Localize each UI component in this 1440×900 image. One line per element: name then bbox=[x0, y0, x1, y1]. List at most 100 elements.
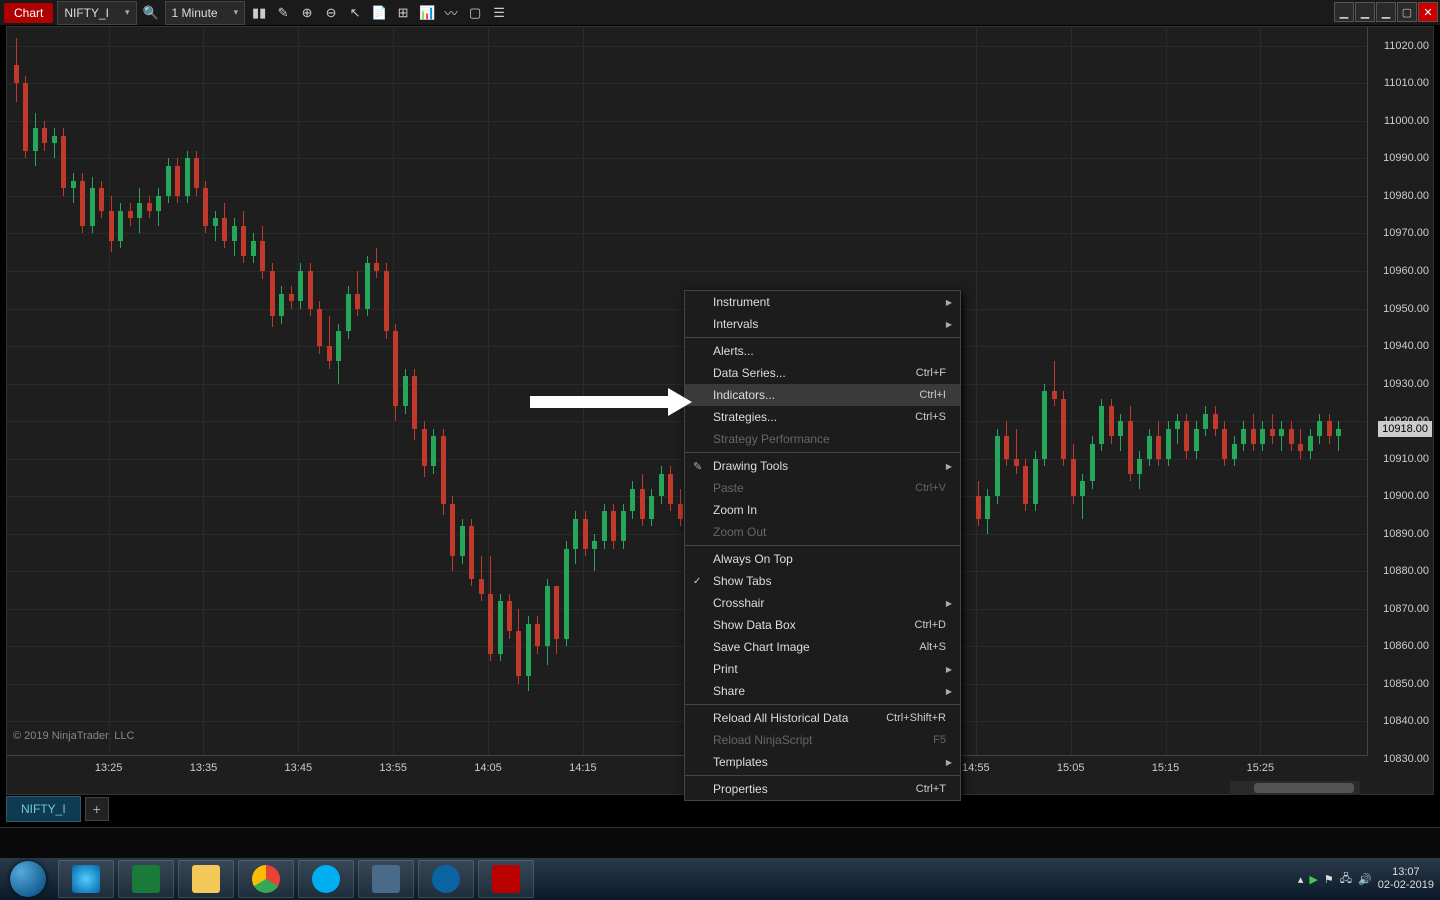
taskbar-chrome[interactable] bbox=[238, 860, 294, 898]
tab-add-button[interactable]: + bbox=[85, 797, 109, 821]
spacer-btn[interactable]: ▁ bbox=[1355, 2, 1375, 22]
interval-value: 1 Minute bbox=[172, 6, 218, 20]
menu-shortcut: Ctrl+D bbox=[915, 619, 946, 631]
draw-icon[interactable]: ✎ bbox=[273, 3, 293, 23]
taskbar-explorer[interactable] bbox=[178, 860, 234, 898]
tray-flag-icon[interactable]: ⚑ bbox=[1324, 873, 1334, 886]
menu-strategies[interactable]: Strategies...Ctrl+S bbox=[685, 406, 960, 428]
minimize-window-btn-inner[interactable]: ▁ bbox=[1334, 2, 1354, 22]
y-tick: 10960.00 bbox=[1383, 265, 1429, 277]
tray-sound-icon[interactable]: 🔊 bbox=[1358, 873, 1372, 886]
menu-show-tabs[interactable]: ✓Show Tabs bbox=[685, 570, 960, 592]
pointer-arrow bbox=[530, 396, 670, 408]
menu-properties[interactable]: PropertiesCtrl+T bbox=[685, 778, 960, 800]
close-btn[interactable]: ✕ bbox=[1418, 2, 1438, 22]
menu-data-series[interactable]: Data Series...Ctrl+F bbox=[685, 362, 960, 384]
menu-instrument[interactable]: Instrument bbox=[685, 291, 960, 313]
y-tick: 10880.00 bbox=[1383, 565, 1429, 577]
menu-share[interactable]: Share bbox=[685, 680, 960, 702]
menu-drawing-tools[interactable]: ✎Drawing Tools bbox=[685, 455, 960, 477]
taskbar-excel[interactable] bbox=[118, 860, 174, 898]
start-button[interactable] bbox=[0, 858, 56, 900]
menu-crosshair[interactable]: Crosshair bbox=[685, 592, 960, 614]
cursor-icon[interactable]: ↖ bbox=[345, 3, 365, 23]
menu-reload-all-historical-data[interactable]: Reload All Historical DataCtrl+Shift+R bbox=[685, 707, 960, 729]
x-tick: 14:05 bbox=[474, 762, 502, 774]
candlestick-icon[interactable]: ▮▮ bbox=[249, 3, 269, 23]
y-tick: 11000.00 bbox=[1384, 115, 1429, 127]
ie-icon bbox=[72, 865, 100, 893]
y-axis[interactable]: 11020.0011010.0011000.0010990.0010980.00… bbox=[1367, 27, 1433, 756]
folder-icon bbox=[192, 865, 220, 893]
menu-templates[interactable]: Templates bbox=[685, 751, 960, 773]
y-tick: 10850.00 bbox=[1383, 678, 1429, 690]
minimize-btn[interactable]: ▁ bbox=[1376, 2, 1396, 22]
tray-play-icon[interactable]: ▶ bbox=[1309, 873, 1317, 886]
current-price-label: 10918.00 bbox=[1378, 421, 1432, 437]
y-tick: 10940.00 bbox=[1383, 340, 1429, 352]
chart-trader-icon[interactable]: ⊞ bbox=[393, 3, 413, 23]
chrome-icon bbox=[252, 865, 280, 893]
interval-selector[interactable]: 1 Minute▾ bbox=[165, 1, 246, 25]
x-tick: 15:25 bbox=[1247, 762, 1275, 774]
scrollbar-thumb[interactable] bbox=[1254, 783, 1354, 793]
tab-active[interactable]: NIFTY_I bbox=[6, 796, 81, 822]
y-tick: 10890.00 bbox=[1383, 528, 1429, 540]
menu-paste: PasteCtrl+V bbox=[685, 477, 960, 499]
menu-zoom-out: Zoom Out bbox=[685, 521, 960, 543]
taskbar-teamviewer[interactable] bbox=[418, 860, 474, 898]
menu-print[interactable]: Print bbox=[685, 658, 960, 680]
data-series-icon[interactable]: 📄 bbox=[369, 3, 389, 23]
menu-label: Always On Top bbox=[713, 552, 793, 566]
zoom-out-icon[interactable]: ⊖ bbox=[321, 3, 341, 23]
data-box-icon[interactable]: ▢ bbox=[465, 3, 485, 23]
menu-label: Drawing Tools bbox=[713, 459, 788, 473]
x-tick: 13:35 bbox=[190, 762, 218, 774]
y-tick: 10840.00 bbox=[1383, 715, 1429, 727]
properties-icon[interactable]: ☰ bbox=[489, 3, 509, 23]
bottom-spacer bbox=[0, 827, 1440, 858]
y-tick: 10870.00 bbox=[1383, 603, 1429, 615]
taskbar-ninjatrader[interactable] bbox=[478, 860, 534, 898]
maximize-btn[interactable]: ▢ bbox=[1397, 2, 1417, 22]
copyright-text: © 2019 NinjaTrader, LLC bbox=[13, 730, 134, 742]
tray-up-icon[interactable]: ▴ bbox=[1298, 873, 1304, 886]
menu-label: Alerts... bbox=[713, 344, 754, 358]
x-tick: 13:55 bbox=[379, 762, 407, 774]
menu-label: Instrument bbox=[713, 295, 770, 309]
taskbar-ie[interactable] bbox=[58, 860, 114, 898]
y-tick: 11010.00 bbox=[1384, 77, 1429, 89]
tray-clock[interactable]: 13:07 02-02-2019 bbox=[1378, 866, 1434, 892]
menu-save-chart-image[interactable]: Save Chart ImageAlt+S bbox=[685, 636, 960, 658]
horizontal-scrollbar[interactable] bbox=[1230, 781, 1360, 795]
menu-intervals[interactable]: Intervals bbox=[685, 313, 960, 335]
menu-strategy-performance: Strategy Performance bbox=[685, 428, 960, 450]
instrument-selector[interactable]: NIFTY_I▾ bbox=[57, 1, 136, 25]
windows-taskbar: ▴ ▶ ⚑ 🖧 🔊 13:07 02-02-2019 bbox=[0, 858, 1440, 900]
menu-alerts[interactable]: Alerts... bbox=[685, 340, 960, 362]
y-tick: 10910.00 bbox=[1383, 453, 1429, 465]
y-tick: 10990.00 bbox=[1383, 152, 1429, 164]
chart-tabs: NIFTY_I + bbox=[6, 795, 109, 823]
menu-zoom-in[interactable]: Zoom In bbox=[685, 499, 960, 521]
search-icon[interactable]: 🔍 bbox=[141, 3, 161, 23]
chevron-down-icon: ▾ bbox=[125, 7, 130, 18]
menu-shortcut: F5 bbox=[933, 734, 946, 746]
menu-always-on-top[interactable]: Always On Top bbox=[685, 548, 960, 570]
menu-label: Paste bbox=[713, 481, 744, 495]
x-tick: 14:15 bbox=[569, 762, 597, 774]
taskbar-app1[interactable] bbox=[358, 860, 414, 898]
system-tray: ▴ ▶ ⚑ 🖧 🔊 13:07 02-02-2019 bbox=[1292, 858, 1440, 900]
zoom-in-icon[interactable]: ⊕ bbox=[297, 3, 317, 23]
tray-network-icon[interactable]: 🖧 bbox=[1340, 870, 1352, 889]
menu-label: Reload NinjaScript bbox=[713, 733, 812, 747]
taskbar-skype[interactable] bbox=[298, 860, 354, 898]
menu-label: Crosshair bbox=[713, 596, 764, 610]
x-tick: 14:55 bbox=[962, 762, 990, 774]
y-tick: 10930.00 bbox=[1383, 378, 1429, 390]
indicators-icon[interactable]: 📊 bbox=[417, 3, 437, 23]
menu-indicators[interactable]: Indicators...Ctrl+I bbox=[685, 384, 960, 406]
menu-show-data-box[interactable]: Show Data BoxCtrl+D bbox=[685, 614, 960, 636]
strategies-icon[interactable]: 〰 bbox=[441, 3, 461, 23]
window-controls: ▁ ▁ ▁ ▢ ✕ bbox=[1334, 2, 1438, 22]
